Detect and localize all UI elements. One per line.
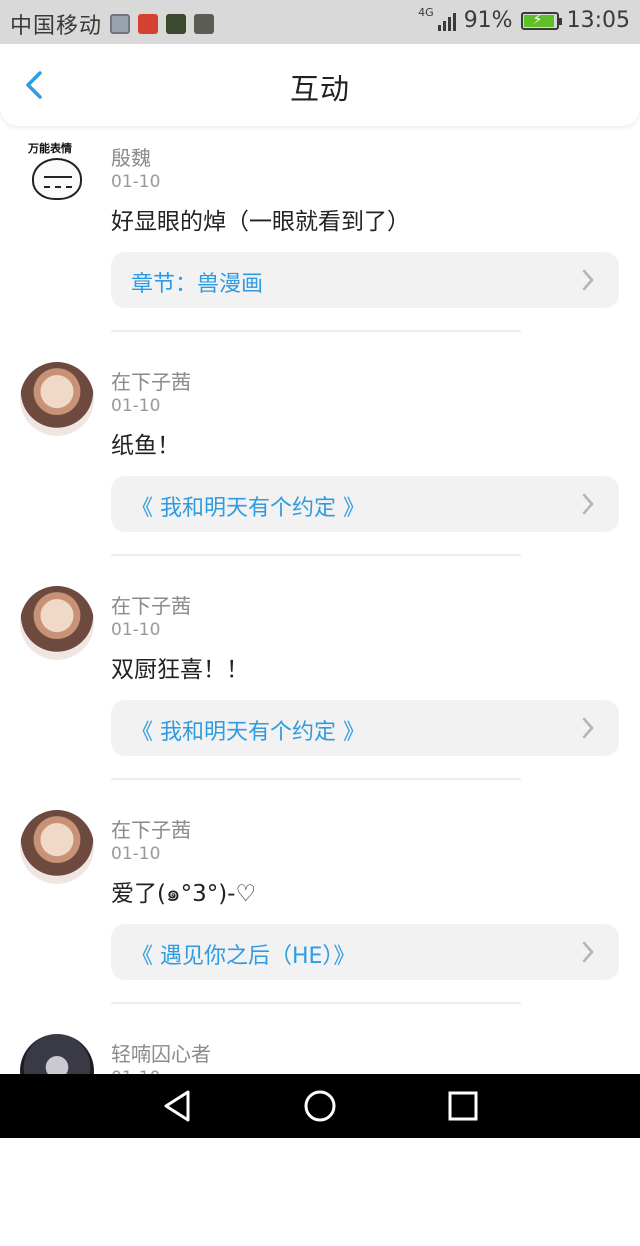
sticker-face-icon <box>32 158 82 200</box>
username[interactable]: 轻喃囚心者 <box>111 1038 211 1067</box>
avatar[interactable] <box>20 586 94 660</box>
chapter-link[interactable]: 《 遇见你之后（HE）》 <box>111 924 619 980</box>
system-nav-bar <box>0 1074 640 1138</box>
list-item: 万能表情 殷魏 01-10 好显眼的焯（一眼就看到了） 章节：兽漫画 <box>0 126 640 350</box>
chapter-label: 《 我和明天有个约定 》 <box>131 496 365 521</box>
triangle-back-icon <box>164 1090 190 1122</box>
battery-icon: ⚡ <box>520 11 562 30</box>
comment-date: 01-10 <box>111 172 161 192</box>
notification-game-icon <box>166 14 187 34</box>
battery-percent: 91% <box>463 8 513 33</box>
chapter-link[interactable]: 《 我和明天有个约定 》 <box>111 700 619 756</box>
nav-home-button[interactable] <box>300 1088 340 1124</box>
nav-recents-button[interactable] <box>442 1088 482 1124</box>
list-item: 在下子茜 01-10 爱了(๑°3°)-♡ 《 遇见你之后（HE）》 <box>0 798 640 1022</box>
avatar-sticker-text: 万能表情 <box>28 142 72 155</box>
comment-date: 01-10 <box>111 396 161 416</box>
circle-home-icon <box>304 1090 336 1122</box>
clock: 13:05 <box>566 8 630 33</box>
divider <box>111 554 521 556</box>
carrier-name: 中国移动 <box>10 14 103 39</box>
comment-text: 好显眼的焯（一眼就看到了） <box>111 209 410 235</box>
divider <box>111 330 521 332</box>
page-title: 互动 <box>289 72 350 106</box>
notification-photo-icon <box>194 14 215 34</box>
list-item: 在下子茜 01-10 双厨狂喜！！ 《 我和明天有个约定 》 <box>0 574 640 798</box>
chapter-link[interactable]: 章节：兽漫画 <box>111 252 619 308</box>
status-right: 4G 91% ⚡ 13:05 <box>418 6 630 33</box>
comment-date: 01-10 <box>111 620 161 640</box>
status-left: 中国移动 <box>10 8 215 40</box>
chapter-link[interactable]: 《 我和明天有个约定 》 <box>111 476 619 532</box>
comment-text: 双厨狂喜！！ <box>111 657 249 683</box>
notification-app-icon <box>138 14 159 34</box>
chapter-label: 章节：兽漫画 <box>131 272 264 297</box>
divider <box>111 778 521 780</box>
username[interactable]: 殷魏 <box>111 142 151 171</box>
chevron-right-icon <box>582 493 594 515</box>
comment-text: 爱了(๑°3°)-♡ <box>111 881 257 907</box>
username[interactable]: 在下子茜 <box>111 590 191 619</box>
avatar[interactable] <box>20 810 94 884</box>
comment-text: 纸鱼！ <box>111 433 180 459</box>
comment-date: 01-10 <box>111 844 161 864</box>
header-bar: 互动 <box>0 44 640 126</box>
avatar[interactable]: 万能表情 <box>20 138 94 212</box>
chevron-right-icon <box>582 269 594 291</box>
chevron-right-icon <box>582 717 594 739</box>
chevron-right-icon <box>582 941 594 963</box>
network-type: 4G <box>418 6 434 19</box>
divider <box>111 1002 521 1004</box>
list-item: 在下子茜 01-10 纸鱼！ 《 我和明天有个约定 》 <box>0 350 640 574</box>
chapter-label: 《 遇见你之后（HE）》 <box>131 944 356 969</box>
square-recents-icon <box>448 1091 478 1121</box>
signal-icon <box>437 11 456 31</box>
nav-back-button[interactable] <box>158 1088 198 1124</box>
username[interactable]: 在下子茜 <box>111 814 191 843</box>
username[interactable]: 在下子茜 <box>111 366 191 395</box>
chapter-label: 《 我和明天有个约定 》 <box>131 720 365 745</box>
avatar[interactable] <box>20 362 94 436</box>
status-bar: 中国移动 4G 91% ⚡ 13:05 <box>0 0 640 44</box>
notification-image-icon <box>110 14 131 34</box>
